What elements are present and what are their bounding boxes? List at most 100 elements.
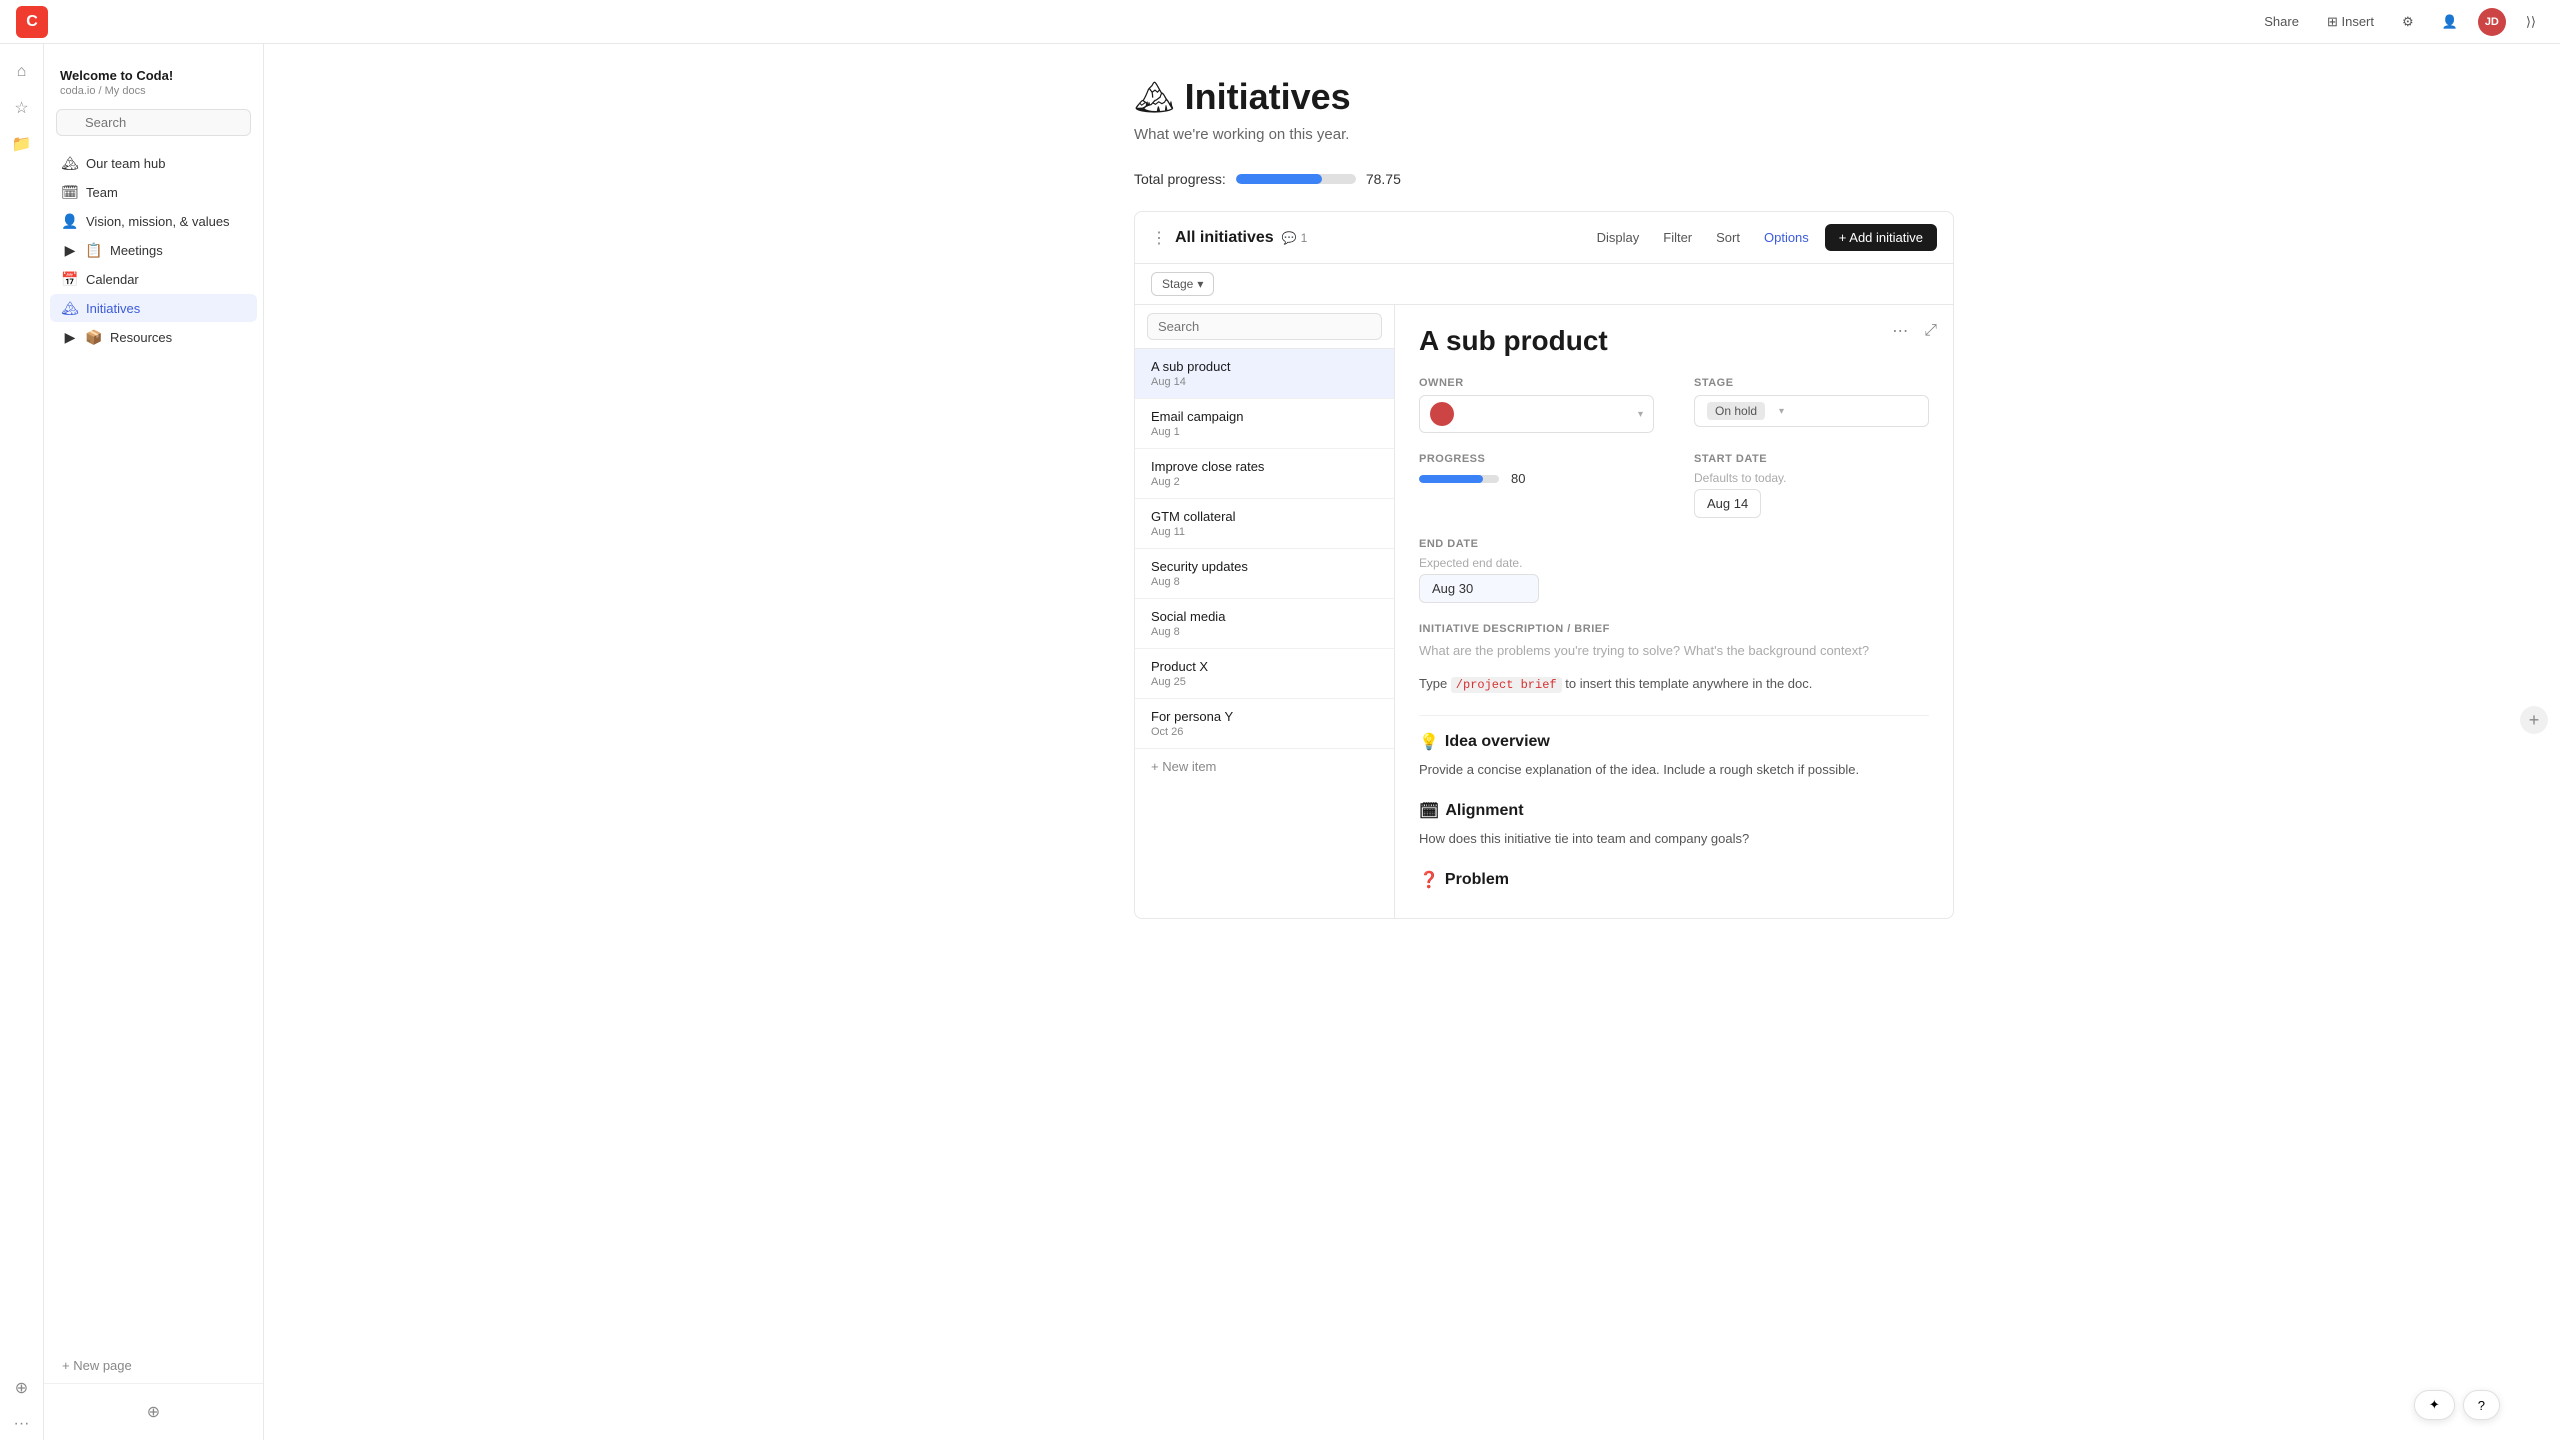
sidebar-doc-path: coda.io / My docs (60, 85, 247, 97)
sidebar-doc-title: Welcome to Coda! (60, 68, 247, 83)
problem-heading: ❓ Problem (1419, 870, 1929, 890)
list-item[interactable]: Improve close rates Aug 2 (1135, 449, 1394, 499)
list-item[interactable]: Email campaign Aug 1 (1135, 399, 1394, 449)
filter-button[interactable]: Filter (1655, 226, 1700, 249)
list-item[interactable]: A sub product Aug 14 (1135, 349, 1394, 399)
coda-logo[interactable]: C (16, 6, 48, 38)
sidebar-item-label: Vision, mission, & values (86, 214, 230, 229)
initiatives-comment-badge[interactable]: 💬 1 (1282, 231, 1308, 245)
initiatives-header: ⋮ All initiatives 💬 1 Display Filter Sor… (1135, 212, 1953, 264)
list-item[interactable]: For persona Y Oct 26 (1135, 699, 1394, 749)
sidebar-item-resources[interactable]: ▶ 📦 Resources (50, 323, 257, 351)
bottom-toolbar: ✦ ? (2414, 1390, 2500, 1420)
content-area: 🏔 Initiatives What we're working on this… (1094, 44, 1994, 951)
progress-num: 80 (1511, 471, 1525, 486)
sidebar-item-calendar[interactable]: 📅 Calendar (50, 265, 257, 293)
progress-label: Total progress: (1134, 171, 1226, 187)
section-menu-icon[interactable]: ⋮ (1151, 228, 1167, 248)
folder-icon-btn[interactable]: 📁 (6, 128, 38, 160)
owner-field: OWNER ▾ (1419, 377, 1654, 433)
sidebar-item-vision[interactable]: 👤 Vision, mission, & values (50, 207, 257, 235)
stage-filter-button[interactable]: Stage ▾ (1151, 272, 1214, 296)
new-page-button[interactable]: + New page (50, 1352, 257, 1379)
detail-expand-button[interactable]: ⤢ (1920, 317, 1941, 345)
owner-label: OWNER (1419, 377, 1654, 389)
bottom-sidebar-icon-btn[interactable]: ⊕ (6, 1372, 38, 1404)
owner-dropdown-arrow-icon: ▾ (1638, 409, 1643, 420)
list-item-date: Oct 26 (1151, 726, 1378, 738)
list-item-name: Social media (1151, 609, 1378, 624)
idea-overview-heading: 💡 Idea overview (1419, 732, 1929, 752)
initiatives-title: All initiatives (1175, 229, 1274, 247)
start-date-value[interactable]: Aug 14 (1694, 489, 1761, 518)
alignment-text: How does this initiative tie into team a… (1419, 829, 1929, 850)
stage-filter-label: Stage (1162, 277, 1193, 291)
new-item-button[interactable]: + New item (1135, 749, 1394, 784)
owner-selector[interactable]: ▾ (1419, 395, 1654, 433)
insert-button[interactable]: ⊞ Insert (2319, 10, 2382, 34)
sidebar-item-our-team-hub[interactable]: 🏔 Our team hub (50, 149, 257, 177)
share-button[interactable]: Share (2256, 10, 2307, 33)
sort-button[interactable]: Sort (1708, 226, 1748, 249)
sparkle-button[interactable]: ✦ (2414, 1390, 2455, 1420)
list-item-date: Aug 11 (1151, 526, 1378, 538)
sidebar-item-label: Meetings (110, 243, 163, 258)
start-date-hint: Defaults to today. (1694, 471, 1929, 485)
problem-heading-text: Problem (1445, 871, 1509, 889)
description-section: INITIATIVE DESCRIPTION / BRIEF What are … (1419, 623, 1929, 695)
our-team-hub-icon: 🏔 (62, 155, 78, 171)
page-subtitle: What we're working on this year. (1134, 126, 1954, 143)
list-item-date: Aug 2 (1151, 476, 1378, 488)
total-progress-fill (1236, 174, 1322, 184)
sparkle-icon: ✦ (2429, 1397, 2440, 1413)
more-sidebar-icon-btn[interactable]: ··· (6, 1408, 38, 1440)
meetings-expand-icon: ▶ (62, 242, 78, 258)
stage-selector[interactable]: On hold ▾ (1694, 395, 1929, 427)
list-search-input[interactable] (1147, 313, 1382, 340)
home-icon-btn[interactable]: ⌂ (6, 56, 38, 88)
search-input[interactable] (56, 109, 251, 136)
divider (1419, 715, 1929, 716)
code-snippet: /project brief (1451, 677, 1562, 693)
end-date-value[interactable]: Aug 30 (1419, 574, 1539, 603)
list-item[interactable]: Security updates Aug 8 (1135, 549, 1394, 599)
sidebar-item-initiatives[interactable]: 🏔 Initiatives (50, 294, 257, 322)
list-item[interactable]: Product X Aug 25 (1135, 649, 1394, 699)
list-item[interactable]: GTM collateral Aug 11 (1135, 499, 1394, 549)
list-item-date: Aug 8 (1151, 626, 1378, 638)
progress-section: Total progress: 78.75 (1134, 171, 1954, 187)
alignment-heading: 🗓 Alignment (1419, 801, 1929, 821)
settings-button[interactable]: ⚙ (2394, 10, 2422, 34)
progress-value: 78.75 (1366, 171, 1401, 187)
fields-row: OWNER ▾ STAGE On hold ▾ (1419, 377, 1929, 433)
right-add-button[interactable]: + (2520, 706, 2548, 734)
sidebar-nav: 🏔 Our team hub 🗓 Team 👤 Vision, mission,… (44, 144, 263, 1348)
user-avatar[interactable]: JD (2478, 8, 2506, 36)
options-button[interactable]: Options (1756, 226, 1817, 249)
display-button[interactable]: Display (1589, 226, 1648, 249)
sidebar-item-meetings[interactable]: ▶ 📋 Meetings (50, 236, 257, 264)
end-date-label: END DATE (1419, 538, 1929, 550)
sidebar-header: Welcome to Coda! coda.io / My docs (44, 56, 263, 101)
list-item[interactable]: Social media Aug 8 (1135, 599, 1394, 649)
collapse-sidebar-button[interactable]: ⟩⟩ (2518, 10, 2544, 34)
progress-display: 80 (1419, 471, 1654, 486)
sidebar-search-area: 🔍 (44, 101, 263, 144)
progress-field: PROGRESS 80 (1419, 453, 1654, 518)
sidebar-item-team[interactable]: 🗓 Team (50, 178, 257, 206)
initiatives-section: ⋮ All initiatives 💬 1 Display Filter Sor… (1134, 211, 1954, 919)
detail-more-button[interactable]: ⋯ (1888, 317, 1912, 345)
help-button[interactable]: ? (2463, 1390, 2500, 1420)
list-item-date: Aug 25 (1151, 676, 1378, 688)
add-initiative-button[interactable]: + Add initiative (1825, 224, 1937, 251)
idea-overview-text: Provide a concise explanation of the ide… (1419, 760, 1929, 781)
comment-count: 1 (1301, 231, 1308, 245)
calendar-icon: 📅 (62, 271, 78, 287)
page-header: 🏔 Initiatives (1134, 76, 1954, 118)
initiatives-actions: Display Filter Sort Options + Add initia… (1589, 224, 1937, 251)
search-wrapper: 🔍 (56, 109, 251, 136)
account-button[interactable]: 👤 (2434, 10, 2466, 34)
idea-overview-emoji: 💡 (1419, 732, 1439, 752)
sidebar-bottom-add-button[interactable]: ⊕ (138, 1396, 170, 1428)
star-icon-btn[interactable]: ☆ (6, 92, 38, 124)
